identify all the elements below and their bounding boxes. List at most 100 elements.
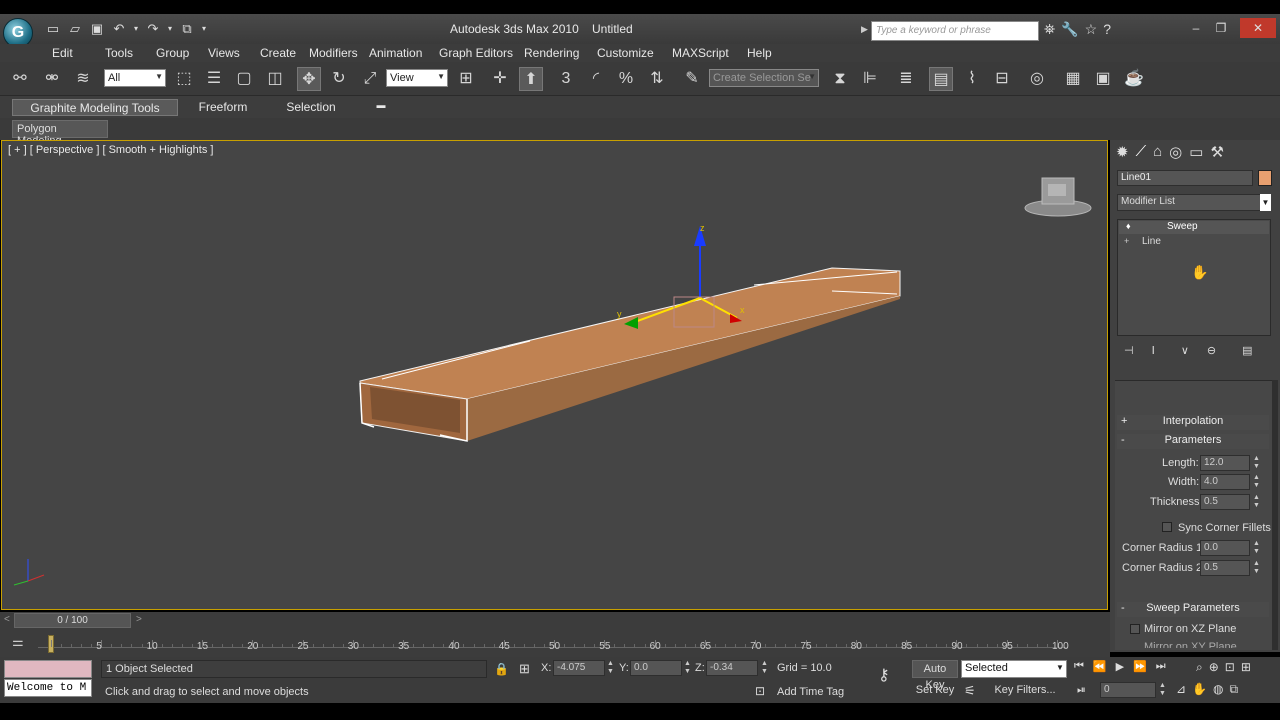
undo-dropdown-icon[interactable]: ▾ <box>132 20 140 38</box>
help-icon[interactable]: ? <box>1103 21 1111 38</box>
maximize-viewport-icon[interactable]: ⧉ <box>1230 682 1239 697</box>
graphite-toggle-icon[interactable]: ▤ <box>929 67 953 91</box>
thickness-field[interactable]: 0.5 <box>1200 494 1250 510</box>
modify-tab-icon[interactable]: ⟋ <box>1136 143 1147 161</box>
next-frame-icon[interactable]: ⏩ <box>1133 660 1147 673</box>
select-and-move-icon[interactable]: ✥ <box>297 67 321 91</box>
select-object-icon[interactable]: ⬚ <box>172 67 196 91</box>
time-tag-icon[interactable]: ⊡ <box>755 684 765 698</box>
subscription-key-icon[interactable]: 🔧 <box>1061 21 1078 38</box>
show-end-result-icon[interactable]: Ⅰ <box>1152 344 1155 357</box>
curve-editor-icon[interactable]: ⌇ <box>960 67 984 91</box>
menu-tools[interactable]: Tools <box>105 44 156 62</box>
minimize-button[interactable]: – <box>1183 18 1209 38</box>
perspective-viewport[interactable]: [ + ] [ Perspective ] [ Smooth + Highlig… <box>1 140 1108 610</box>
maximize-button[interactable]: ❐ <box>1208 18 1234 38</box>
select-by-name-icon[interactable]: ☰ <box>202 67 226 91</box>
go-to-end-icon[interactable]: ⏭ <box>1156 660 1166 673</box>
render-production-icon[interactable]: ☕ <box>1122 67 1146 91</box>
menu-graph-editors[interactable]: Graph Editors <box>439 44 524 62</box>
select-and-link-icon[interactable]: ⚯ <box>8 67 32 91</box>
absolute-mode-icon[interactable]: ⊞ <box>519 661 530 677</box>
qa-dropdown-icon[interactable]: ▾ <box>200 20 208 38</box>
select-and-manipulate-icon[interactable]: ✛ <box>488 67 512 91</box>
key-mode-dropdown[interactable]: Selected <box>961 660 1067 678</box>
undo-icon[interactable]: ↶ <box>110 20 128 38</box>
zoom-extents-all-icon[interactable]: ⊞ <box>1241 660 1251 675</box>
favorites-icon[interactable]: ☆ <box>1085 21 1098 38</box>
keyboard-shortcut-override-icon[interactable]: ⬆ <box>519 67 543 91</box>
interpolation-rollout-header[interactable]: + Interpolation <box>1117 415 1269 430</box>
zoom-icon[interactable]: ⌕ <box>1196 660 1203 675</box>
play-icon[interactable]: ▶ <box>1116 660 1124 673</box>
mini-curve-editor-icon[interactable]: ⚌ <box>12 634 24 650</box>
z-spinner[interactable]: ▲ ▼ <box>760 660 769 676</box>
tab-graphite-modeling-tools[interactable]: Graphite Modeling Tools <box>12 99 178 116</box>
go-to-start-icon[interactable]: ⏮ <box>1074 660 1084 673</box>
track-bar[interactable]: ⚌ 5 10 15 20 25 30 35 40 45 50 55 60 65 70 75 80 85 90 95 1… <box>0 629 1110 657</box>
corner-radius-1-field[interactable]: 0.0 <box>1200 540 1250 556</box>
display-tab-icon[interactable]: ▭ <box>1189 143 1203 161</box>
spinner-snap-icon[interactable]: ⇅ <box>645 67 669 91</box>
expand-plus-icon[interactable]: + <box>1124 236 1129 246</box>
unlink-icon[interactable]: ⚮ <box>40 67 64 91</box>
bind-space-warp-icon[interactable]: ≋ <box>71 67 95 91</box>
menu-animation[interactable]: Animation <box>369 44 439 62</box>
menu-help[interactable]: Help <box>747 44 787 62</box>
menu-create[interactable]: Create <box>260 44 309 62</box>
search-input[interactable]: Type a keyword or phrase <box>871 21 1039 41</box>
thickness-spinner[interactable]: ▲ ▼ <box>1252 494 1261 510</box>
menu-maxscript[interactable]: MAXScript <box>672 44 747 62</box>
ribbon-options-icon[interactable]: ▬ <box>372 99 390 116</box>
viewcube-icon[interactable] <box>1024 177 1092 217</box>
key-mode-toggle-icon[interactable]: ⏯ <box>1077 684 1086 697</box>
set-key-button[interactable]: Set Key <box>912 682 958 700</box>
corner-radius-2-field[interactable]: 0.5 <box>1200 560 1250 576</box>
tab-selection[interactable]: Selection <box>268 99 354 116</box>
pin-stack-icon[interactable]: ⊣ <box>1124 344 1134 357</box>
add-time-tag-button[interactable]: Add Time Tag <box>777 686 844 698</box>
binoculars-icon[interactable]: ⛯ <box>1044 21 1055 38</box>
close-button[interactable]: ✕ <box>1240 18 1276 38</box>
modifier-list-dropdown[interactable]: Modifier List <box>1117 194 1271 211</box>
rendered-frame-window-icon[interactable]: ▣ <box>1091 67 1115 91</box>
window-crossing-icon[interactable]: ◫ <box>263 67 287 91</box>
sync-corner-fillets-checkbox[interactable] <box>1162 522 1172 532</box>
utilities-tab-icon[interactable]: ⚒ <box>1210 143 1223 161</box>
length-field[interactable]: 12.0 <box>1200 455 1250 471</box>
redo-icon[interactable]: ↷ <box>144 20 162 38</box>
key-filter-icon[interactable]: ⚟ <box>964 683 976 699</box>
mirror-xz-checkbox[interactable] <box>1130 624 1140 634</box>
save-icon[interactable]: ▣ <box>88 20 106 38</box>
time-slider-thumb[interactable]: 0 / 100 <box>14 613 131 628</box>
key-filters-button[interactable]: Key Filters... <box>985 682 1065 700</box>
selection-lock-icon[interactable]: 🔒 <box>494 662 509 676</box>
current-frame-spinner[interactable]: ▲ ▼ <box>1158 682 1167 698</box>
select-and-rotate-icon[interactable]: ↻ <box>327 67 351 91</box>
y-coordinate-field[interactable]: 0.0 <box>630 660 682 676</box>
stack-item-sweep[interactable]: ♦ Sweep <box>1119 221 1269 234</box>
y-spinner[interactable]: ▲ ▼ <box>683 660 692 676</box>
menu-customize[interactable]: Customize <box>597 44 672 62</box>
set-key-mode-key-icon[interactable]: ⚷ <box>878 665 890 685</box>
mirror-icon[interactable]: ⧗ <box>828 67 852 91</box>
pan-icon[interactable]: ✋ <box>1192 682 1207 697</box>
menu-rendering[interactable]: Rendering <box>524 44 597 62</box>
create-tab-icon[interactable]: ✹ <box>1116 143 1129 161</box>
snaps-toggle-icon[interactable]: 3 <box>554 67 578 91</box>
schematic-view-icon[interactable]: ⊟ <box>990 67 1014 91</box>
object-name-field[interactable]: Line01 <box>1117 170 1253 186</box>
object-color-swatch[interactable] <box>1258 170 1272 186</box>
time-slider[interactable]: < 0 / 100 > <box>0 612 1110 629</box>
new-file-icon[interactable]: ▭ <box>44 20 62 38</box>
x-coordinate-field[interactable]: -4.075 <box>553 660 605 676</box>
modifier-list-arrow-icon[interactable]: ▼ <box>1260 194 1271 211</box>
zoom-all-icon[interactable]: ⊕ <box>1209 660 1219 675</box>
auto-key-button[interactable]: Auto Key <box>912 660 958 691</box>
lightbulb-icon[interactable]: ♦ <box>1126 221 1131 231</box>
rollout-scrollbar[interactable] <box>1272 380 1278 650</box>
named-selection-sets-dropdown[interactable]: Create Selection Se <box>709 69 819 87</box>
menu-views[interactable]: Views <box>208 44 260 62</box>
zoom-extents-icon[interactable]: ⊡ <box>1225 660 1235 675</box>
time-prev-icon[interactable]: < <box>4 614 10 625</box>
